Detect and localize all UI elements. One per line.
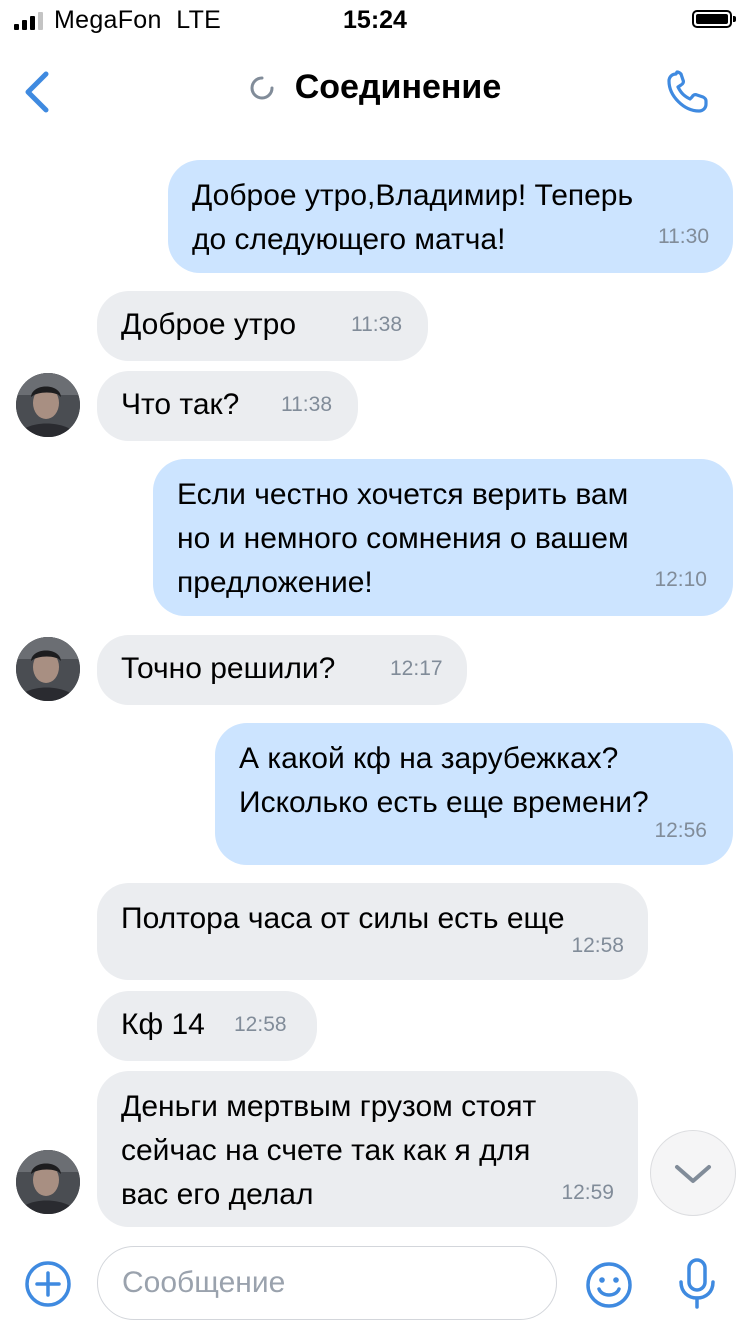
avatar[interactable] [16, 1150, 80, 1214]
message-incoming[interactable]: Точно решили? 12:17 [97, 635, 467, 705]
message-time: 12:10 [654, 568, 707, 591]
chat-header: Соединение [0, 50, 750, 134]
smile-icon [586, 1262, 632, 1308]
scroll-to-bottom-button[interactable] [650, 1130, 736, 1216]
avatar[interactable] [16, 373, 80, 437]
message-time: 11:30 [658, 225, 709, 248]
message-time: 12:59 [561, 1181, 614, 1204]
message-incoming[interactable]: Доброе утро 11:38 [97, 291, 428, 361]
attach-button[interactable] [24, 1260, 72, 1308]
message-time: 12:17 [390, 657, 443, 680]
plus-circle-icon [25, 1261, 71, 1307]
status-bar: MegaFon LTE 15:24 [0, 0, 750, 40]
message-text: Если честно хочется верить вам [177, 478, 629, 511]
status-clock: 15:24 [343, 6, 407, 34]
message-text: Кф 14 [121, 1008, 205, 1041]
message-time: 12:58 [571, 934, 624, 957]
message-outgoing[interactable]: Доброе утро,Владимир! Теперь до следующе… [168, 160, 733, 273]
message-text: Исколько есть еще времени? [239, 786, 649, 819]
message-text: Что так? [121, 388, 240, 421]
avatar[interactable] [16, 637, 80, 701]
contact-photo [16, 1150, 80, 1214]
message-input[interactable] [97, 1246, 557, 1320]
message-incoming[interactable]: Полтора часа от силы есть еще 12:58 [97, 883, 648, 980]
message-time: 11:38 [281, 393, 332, 416]
loading-spinner-icon [250, 76, 274, 99]
message-text: Полтора часа от силы есть еще [121, 902, 565, 935]
chat-title[interactable]: Соединение [295, 68, 502, 107]
message-incoming[interactable]: Кф 14 12:58 [97, 991, 317, 1061]
message-composer [0, 1240, 750, 1334]
message-time: 12:56 [654, 819, 707, 842]
message-text: Точно решили? [121, 652, 336, 685]
message-text: до следующего матча! [192, 223, 506, 256]
chevron-down-icon [675, 1165, 711, 1183]
message-text: Доброе утро [121, 308, 297, 341]
message-text: но и немного сомнения о вашем [177, 522, 629, 555]
call-button[interactable] [664, 68, 714, 116]
phone-icon [667, 70, 708, 113]
battery-icon [692, 10, 736, 28]
contact-photo [16, 637, 80, 701]
chevron-left-icon [25, 71, 49, 113]
message-text: Деньги мертвым грузом стоят [121, 1090, 537, 1123]
message-outgoing[interactable]: Если честно хочется верить вам но и немн… [153, 459, 733, 616]
message-text: предложение! [177, 566, 373, 599]
message-time: 12:58 [234, 1013, 287, 1036]
message-text: Доброе утро,Владимир! Теперь [192, 179, 634, 212]
emoji-button[interactable] [584, 1260, 634, 1310]
microphone-icon [679, 1258, 715, 1309]
voice-message-button[interactable] [672, 1256, 722, 1312]
message-text: сейчас на счете так как я для [121, 1134, 531, 1167]
contact-photo [16, 373, 80, 437]
back-button[interactable] [18, 68, 58, 116]
message-incoming[interactable]: Что так? 11:38 [97, 371, 358, 441]
message-time: 11:38 [351, 313, 402, 336]
message-text: вас его делал [121, 1178, 314, 1211]
message-outgoing[interactable]: А какой кф на зарубежках? Исколько есть … [215, 723, 733, 865]
message-list[interactable]: Доброе утро,Владимир! Теперь до следующе… [0, 140, 750, 1240]
message-incoming[interactable]: Деньги мертвым грузом стоят сейчас на сч… [97, 1071, 638, 1227]
message-text: А какой кф на зарубежках? [239, 742, 619, 775]
